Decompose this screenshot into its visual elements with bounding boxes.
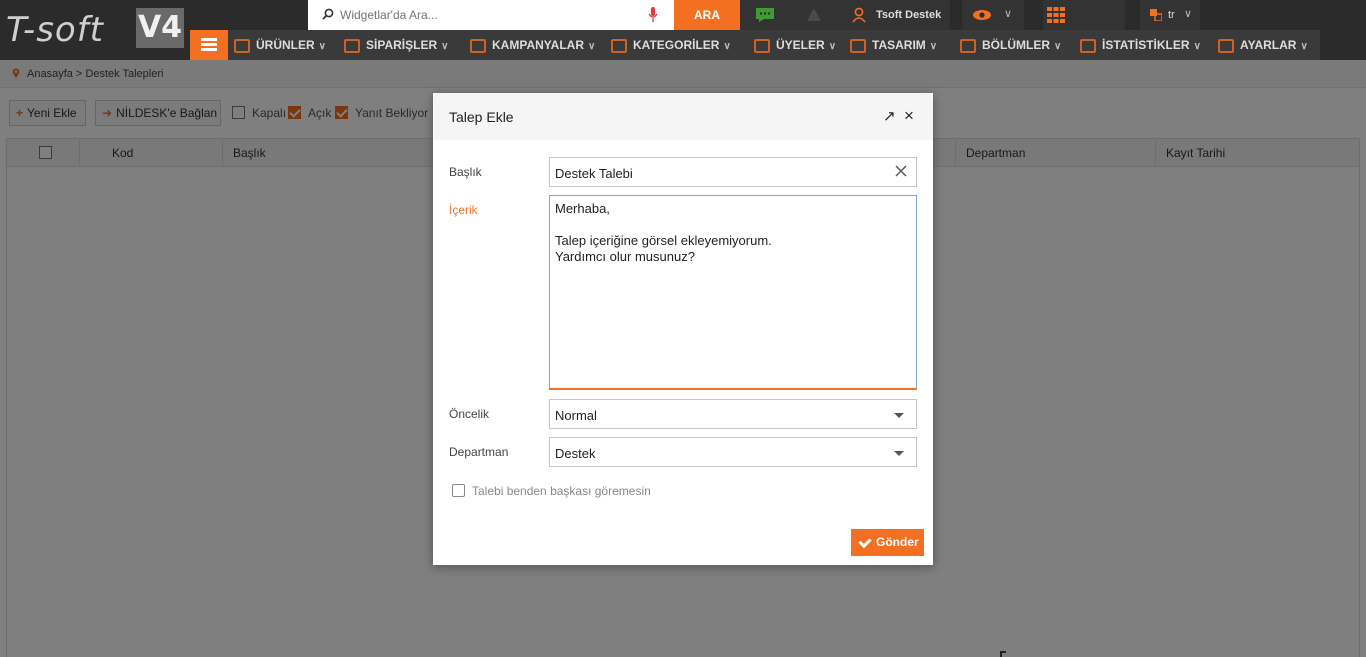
nav-siparisler[interactable]: SİPARİŞLER ∨ [344, 30, 448, 60]
priority-select[interactable]: Normal [549, 399, 917, 429]
department-select-value: Destek [555, 446, 596, 461]
nav-label: İSTATİSTİKLER [1102, 38, 1190, 52]
nav-kampanyalar[interactable]: KAMPANYALAR ∨ [470, 30, 595, 60]
department-select[interactable]: Destek [549, 437, 917, 467]
chevron-down-icon: ∨ [723, 41, 731, 52]
title-field-label: Başlık [449, 165, 482, 179]
logo-text: T-soft [6, 10, 105, 50]
apps-menu[interactable] [1043, 0, 1125, 30]
settings-icon [1218, 38, 1234, 53]
nav-uyeler[interactable]: ÜYELER ∨ [754, 30, 836, 60]
user-menu[interactable]: Tsoft Destek [838, 0, 950, 30]
chevron-down-icon: ∨ [441, 41, 449, 52]
chevron-down-icon: ∨ [318, 41, 326, 52]
chevron-down-icon: ∨ [1300, 41, 1308, 52]
nav-label: SİPARİŞLER [366, 38, 438, 52]
menu-toggle-button[interactable] [190, 30, 228, 60]
title-field[interactable]: Destek Talebi [549, 157, 917, 187]
cart-icon [344, 38, 360, 53]
language-icon [1150, 9, 1162, 21]
chevron-down-icon: ∨ [1184, 8, 1193, 20]
private-ticket-label[interactable]: Talebi benden başkası göremesin [472, 484, 651, 498]
eye-icon [973, 10, 991, 20]
apps-grid-icon [1047, 7, 1065, 23]
submit-label: Gönder [876, 535, 919, 549]
expand-icon[interactable]: ↗ [883, 107, 896, 125]
brush-icon [850, 38, 866, 53]
department-field-label: Departman [449, 445, 509, 459]
search-input[interactable] [340, 4, 640, 26]
nav-kategoriler[interactable]: KATEGORİLER ∨ [611, 30, 731, 60]
nav-label: KATEGORİLER [633, 38, 720, 52]
title-field-value: Destek Talebi [555, 166, 633, 181]
chevron-down-icon [894, 413, 904, 418]
warning-icon [807, 8, 821, 21]
nav-istatistikler[interactable]: İSTATİSTİKLER ∨ [1080, 30, 1201, 60]
tag-icon [470, 38, 486, 53]
priority-select-value: Normal [555, 408, 597, 423]
chevron-down-icon: ∨ [588, 41, 596, 52]
chevron-down-icon: ∨ [1054, 41, 1062, 52]
notifications-button[interactable] [790, 0, 838, 30]
menu-icon-bar [201, 48, 217, 51]
chat-icon [756, 8, 774, 22]
sitemap-icon [611, 38, 627, 53]
nav-label: ÜRÜNLER [256, 38, 315, 52]
nav-label: AYARLAR [1240, 38, 1297, 52]
nav-label: TASARIM [872, 38, 926, 52]
nav-label: KAMPANYALAR [492, 38, 585, 52]
mouse-cursor [1000, 651, 1006, 657]
chevron-down-icon [894, 451, 904, 456]
submit-button[interactable]: Gönder [851, 529, 924, 556]
menu-icon [201, 38, 217, 41]
user-name: Tsoft Destek [876, 9, 942, 21]
private-ticket-checkbox[interactable] [452, 484, 465, 497]
nav-urunler[interactable]: ÜRÜNLER ∨ [234, 30, 326, 60]
sections-icon [960, 38, 976, 53]
nav-tasarim[interactable]: TASARIM ∨ [850, 30, 937, 60]
users-icon [754, 38, 770, 53]
dialog-title: Talep Ekle [449, 109, 514, 125]
chevron-down-icon: ∨ [1004, 8, 1013, 20]
logo[interactable]: T-soft V4 [0, 0, 190, 60]
language-code: tr [1168, 9, 1175, 21]
clear-icon[interactable] [894, 164, 908, 178]
add-ticket-dialog: Talep Ekle ↗ × Başlık Destek Talebi İçer… [433, 93, 933, 565]
priority-field-label: Öncelik [449, 407, 490, 421]
chat-button[interactable] [740, 0, 790, 30]
main-nav: ÜRÜNLER ∨ SİPARİŞLER ∨ KAMPANYALAR ∨ KATEGO… [190, 30, 1320, 60]
search-button[interactable]: ARA [674, 0, 740, 30]
widget-search [308, 0, 674, 30]
user-icon [852, 7, 866, 23]
nav-ayarlar[interactable]: AYARLAR ∨ [1218, 30, 1308, 60]
search-icon [322, 8, 334, 20]
mic-icon[interactable] [648, 7, 658, 23]
close-icon[interactable]: × [904, 106, 914, 126]
dialog-header: Talep Ekle ↗ × [433, 93, 933, 140]
chevron-down-icon: ∨ [828, 41, 837, 52]
check-icon [858, 534, 872, 549]
logo-version: V4 [136, 8, 184, 48]
content-textarea[interactable]: Merhaba, Talep içeriğine görsel ekleyemi… [549, 195, 917, 390]
chevron-down-icon: ∨ [929, 41, 938, 52]
chart-icon [1080, 38, 1096, 53]
menu-icon-bar [201, 43, 217, 46]
products-icon [234, 38, 250, 53]
nav-bolumler[interactable]: BÖLÜMLER ∨ [960, 30, 1061, 60]
nav-label: BÖLÜMLER [982, 38, 1050, 52]
nav-label: ÜYELER [776, 38, 825, 52]
chevron-down-icon: ∨ [1193, 41, 1201, 52]
view-site-dropdown[interactable]: ∨ [962, 0, 1024, 30]
content-field-label: İçerik [449, 203, 478, 217]
language-dropdown[interactable]: tr ∨ [1140, 0, 1200, 30]
